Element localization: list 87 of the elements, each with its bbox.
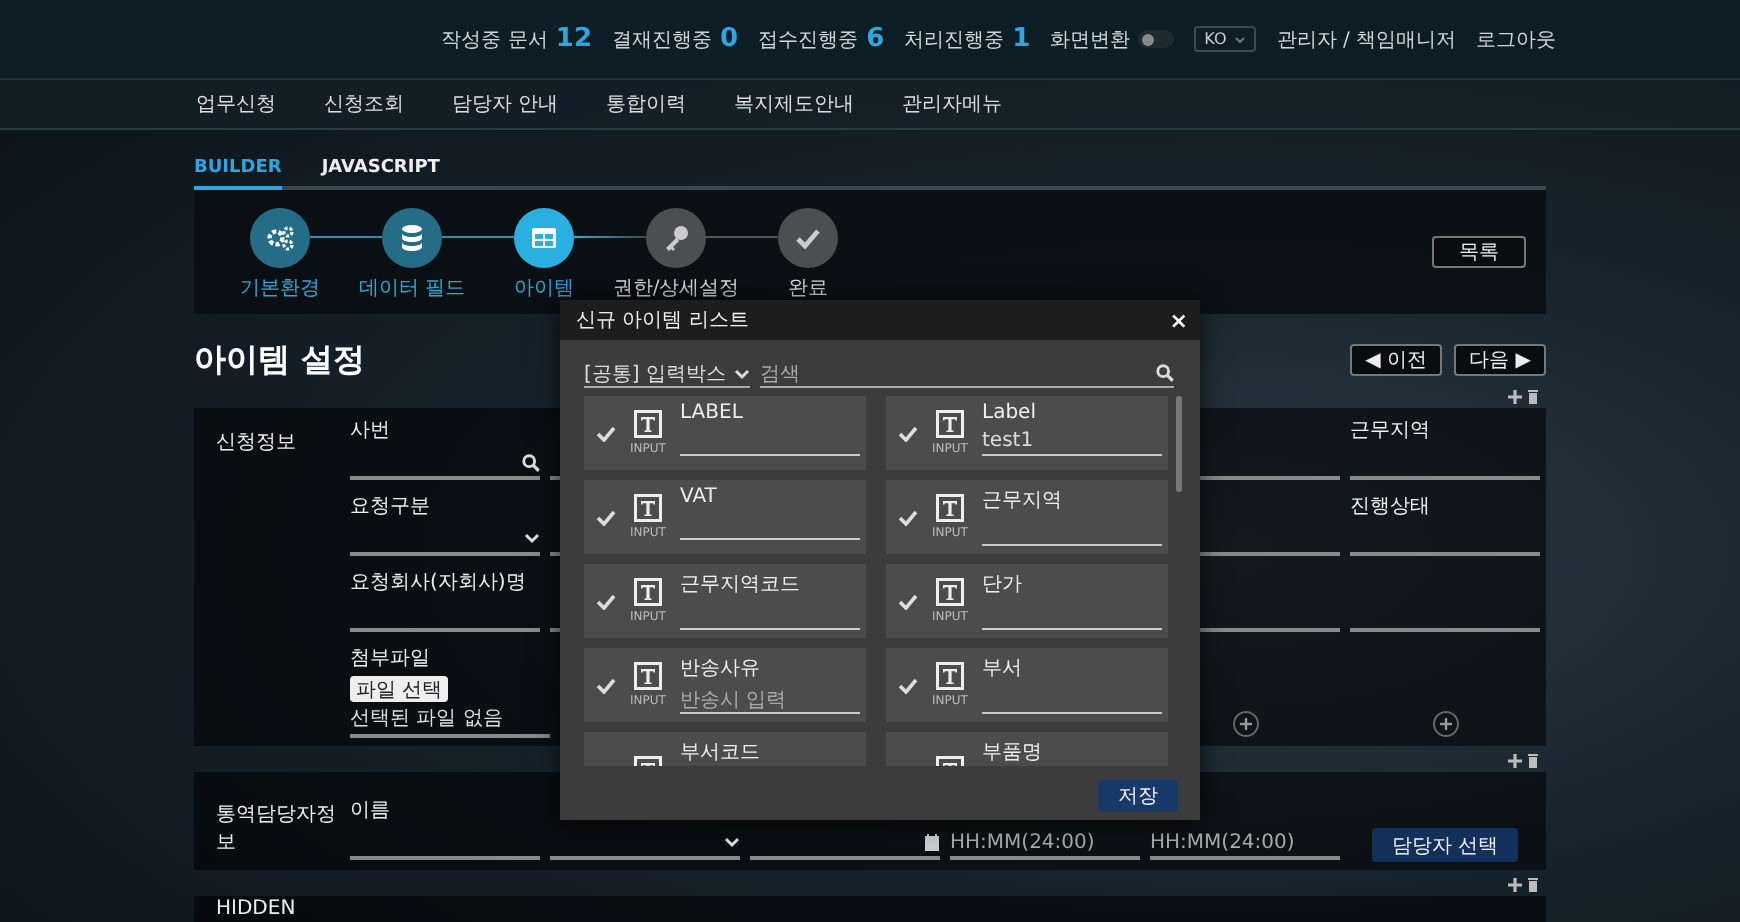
item-label: 근무지역 [982, 488, 1064, 514]
item-label: 부품명 [982, 740, 1044, 766]
search-field[interactable]: 검색 [760, 360, 1174, 388]
stat-count: 1 [1012, 24, 1031, 54]
field-label: 사번 [350, 418, 392, 442]
caret-icon [1234, 35, 1247, 43]
calendar-icon[interactable] [924, 833, 940, 851]
section-title: HIDDEN [216, 898, 298, 922]
step-circle[interactable] [250, 207, 310, 267]
stat-label: 작성중 문서 [441, 27, 548, 53]
next-button[interactable]: 다음 ▶ [1454, 344, 1546, 376]
search-icon[interactable] [522, 453, 540, 471]
stat-label: 접수진행중 [758, 27, 859, 53]
input-field[interactable] [350, 448, 540, 480]
step-label: 완료 [788, 275, 828, 301]
input-field[interactable]: test1 [982, 428, 1162, 456]
toggle-switch[interactable] [1138, 30, 1175, 48]
item-label: VAT [680, 486, 719, 508]
item-label: LABEL [680, 402, 745, 424]
section-title: 신청정보 [216, 430, 298, 458]
item-label: 부서코드 [680, 740, 762, 766]
input-field[interactable]: HH:MM(24:00) [950, 828, 1140, 860]
step-label: 권한/상세설정 [612, 275, 740, 301]
add-circle-icon[interactable] [1231, 710, 1259, 738]
field-label: 이름 [350, 798, 392, 822]
nav-item[interactable]: 통합이력 [606, 90, 687, 118]
database-icon [396, 221, 428, 253]
assign-button[interactable]: 담당자 선택 [1371, 828, 1519, 862]
caret-icon [734, 367, 750, 379]
item-label: 반송사유 [680, 656, 762, 682]
step-circle[interactable] [646, 207, 706, 267]
section-title: 통역담당자정보 [216, 802, 338, 858]
input-field[interactable]: 반송시 입력 [680, 686, 860, 714]
field-label: 진행상태 [1350, 494, 1432, 518]
logout-link[interactable]: 로그아웃 [1476, 25, 1556, 53]
user-name: 관리자 / 책임매니저 [1276, 27, 1456, 53]
step-circle[interactable] [382, 207, 442, 267]
field-label: 요청구분 [350, 494, 432, 518]
item-label: 단가 [982, 572, 1024, 598]
item-card[interactable]: 부품명 [886, 732, 1168, 766]
modal-title: 신규 아이템 리스트 [576, 308, 749, 334]
nav-item[interactable]: 담당자 안내 [452, 90, 559, 118]
search-icon[interactable] [1156, 364, 1174, 382]
plus-icon[interactable] [1508, 878, 1522, 892]
item-card[interactable]: 부서코드 [584, 732, 866, 766]
nav-item[interactable]: 신청조회 [324, 90, 404, 118]
file-field[interactable]: 파일 선택 선택된 파일 없음 [350, 676, 550, 738]
nav-item[interactable]: 관리자메뉴 [902, 90, 1003, 118]
caret-icon [524, 532, 540, 544]
list-button[interactable]: 목록 [1432, 236, 1526, 268]
step-label: 데이터 필드 [358, 275, 466, 301]
prev-button[interactable]: ◀ 이전 [1350, 344, 1442, 376]
step-circle[interactable] [514, 207, 574, 267]
add-circle-icon[interactable] [1431, 710, 1459, 738]
trash-icon[interactable] [1528, 878, 1538, 892]
field-label: 근무지역 [1350, 418, 1432, 442]
trash-icon[interactable] [1528, 390, 1538, 404]
scrollbar[interactable] [1176, 396, 1182, 492]
nav-item[interactable]: 복지제도안내 [734, 90, 855, 118]
item-label: 부서 [982, 656, 1024, 682]
save-button[interactable]: 저장 [1098, 780, 1178, 812]
plus-icon[interactable] [1508, 754, 1522, 768]
toggle-label: 화면변환 [1050, 27, 1131, 53]
trash-icon[interactable] [1528, 754, 1538, 768]
item-label: Label [982, 402, 1038, 424]
page-title: 아이템 설정 [194, 339, 366, 381]
plus-icon[interactable] [1508, 390, 1522, 404]
stat-count: 6 [866, 24, 885, 54]
field-label: 요청회사(자회사)명 [350, 570, 528, 594]
stat-label: 결재진행중 [612, 27, 713, 53]
stat-count: 12 [555, 24, 593, 54]
step-circle[interactable] [778, 207, 838, 267]
step-label: 기본환경 [240, 275, 320, 301]
field-label: 첨부파일 [350, 646, 432, 670]
stat-label: 처리진행중 [904, 27, 1005, 53]
input-field[interactable]: HH:MM(24:00) [1150, 828, 1340, 860]
file-status: 선택된 파일 없음 [350, 706, 503, 732]
nav-item[interactable]: 업무신청 [196, 90, 276, 118]
language-select[interactable]: KO [1194, 26, 1257, 52]
tab[interactable]: JAVASCRIPT [321, 154, 440, 190]
category-select[interactable]: [공통] 입력박스 [584, 360, 750, 388]
close-button[interactable]: × [1169, 309, 1188, 331]
caret-icon [724, 836, 740, 848]
stat-count: 0 [720, 24, 739, 54]
step-label: 아이템 [514, 275, 574, 301]
item-label: 근무지역코드 [680, 572, 802, 598]
file-select-button[interactable]: 파일 선택 [350, 676, 449, 702]
